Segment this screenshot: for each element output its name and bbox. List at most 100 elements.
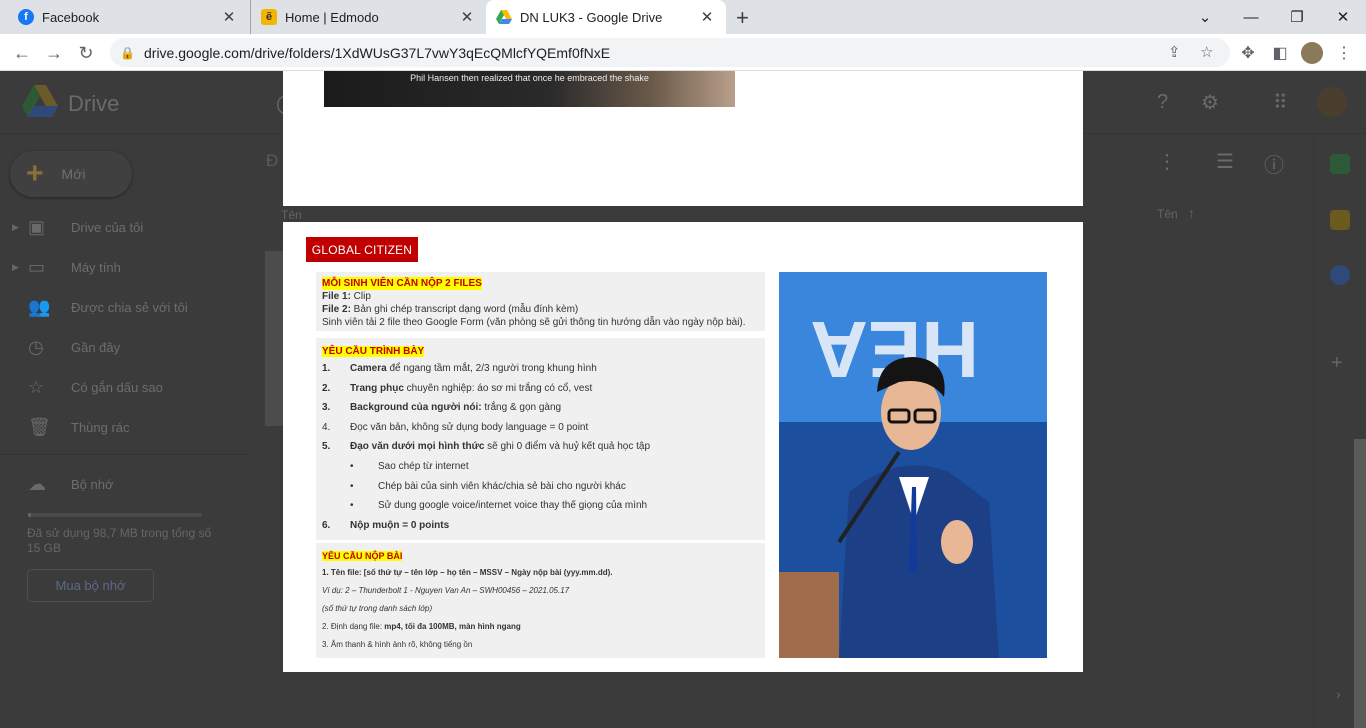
caret-right-icon[interactable]: ▶ (12, 222, 19, 233)
sidebar-label: Máy tính (71, 259, 121, 275)
caret-right-icon[interactable]: ▶ (12, 262, 19, 273)
forward-icon[interactable]: → (42, 41, 66, 65)
tab-title: Facebook (42, 9, 100, 25)
file2-text: Bản ghi chép transcript dạng word (mẫu đ… (350, 304, 579, 315)
cloud-icon: ☁ (28, 473, 46, 494)
requirement-subitem: • Sử dung google voice/internet voice tha… (350, 500, 648, 512)
info-icon[interactable]: ⓘ (1264, 149, 1284, 178)
account-avatar[interactable] (1317, 87, 1347, 117)
address-bar[interactable]: 🔒 drive.google.com/drive/folders/1XdWUsG… (110, 38, 1230, 67)
new-tab-button[interactable]: + (736, 5, 749, 31)
column-header-name-sort[interactable]: Tên (1157, 207, 1178, 221)
files-heading: MỖI SINH VIÊN CẦN NỘP 2 FILES (322, 277, 482, 290)
restore-icon[interactable]: ❐ (1274, 0, 1320, 34)
video-screenshot-image: Phil Hansen then realized that once he e… (324, 71, 735, 107)
requirements-heading: YÊU CẦU TRÌNH BÀY (322, 346, 425, 357)
speaker-photo: HEA (779, 272, 1047, 658)
list-view-icon[interactable]: ☰ (1216, 149, 1234, 174)
sidebar-item-computers[interactable]: ▶ ▭ Máy tính (0, 247, 250, 287)
submission-heading: YÊU CẦU NỘP BÀI (322, 551, 403, 561)
submission-note: (số thứ tự trong danh sách lớp) (322, 604, 433, 613)
tab-strip: f Facebook ✕ ẽ Home | Edmodo ✕ DN LUK3 -… (0, 0, 1366, 34)
shared-icon: 👥 (28, 296, 51, 317)
sidebar-item-shared[interactable]: 👥 Được chia sẻ với tôi (0, 287, 250, 327)
drive-title: Drive (68, 91, 120, 116)
tab-title: Home | Edmodo (285, 9, 379, 25)
close-icon[interactable]: ✕ (698, 8, 716, 26)
sidebar-divider (0, 454, 250, 455)
sidebar-label: Được chia sẻ với tôi (71, 299, 188, 315)
reload-icon[interactable]: ↻ (74, 41, 98, 65)
settings-gear-icon[interactable]: ⚙ (1201, 90, 1219, 115)
requirement-item: 3. Background của người nói: trắng & gọn … (322, 402, 562, 414)
keep-icon[interactable] (1330, 210, 1350, 230)
profile-avatar[interactable] (1301, 42, 1323, 64)
submission-line: 3. Âm thanh & hình ảnh rõ, không tiếng ồ… (322, 640, 473, 649)
document-page: GLOBAL CITIZEN MỖI SINH VIÊN CẦN NỘP 2 F… (283, 222, 1083, 672)
sidebar-item-starred[interactable]: ☆ Có gắn dấu sao (0, 367, 250, 407)
share-icon[interactable]: ⇪ (1168, 43, 1181, 61)
minimize-icon[interactable]: — (1228, 0, 1274, 34)
chevron-right-icon[interactable]: › (1336, 686, 1341, 702)
storage-progress-fill (28, 513, 32, 517)
computer-icon: ▭ (28, 256, 46, 277)
edmodo-icon: ẽ (261, 9, 277, 25)
sidebar-label: Bộ nhớ (71, 476, 114, 492)
bookmark-star-icon[interactable]: ☆ (1200, 43, 1213, 61)
requirement-item: 6. Nộp muộn = 0 points (322, 519, 450, 531)
window-close-icon[interactable]: ✕ (1320, 0, 1366, 34)
close-icon[interactable]: ✕ (458, 8, 476, 26)
more-vert-icon[interactable]: ⋮ (1157, 149, 1177, 174)
file1-label: File 1: (322, 291, 351, 302)
tab-edmodo[interactable]: ẽ Home | Edmodo ✕ (250, 0, 486, 34)
document-page-previous: Phil Hansen then realized that once he e… (283, 71, 1083, 206)
back-icon[interactable]: ← (10, 41, 34, 65)
sidebar-item-recent[interactable]: ◷ Gần đây (0, 327, 250, 367)
menu-icon[interactable]: ⋮ (1333, 42, 1355, 64)
help-icon[interactable]: ? (1157, 91, 1168, 114)
calendar-icon[interactable] (1330, 154, 1350, 174)
add-addon-icon[interactable]: + (1331, 352, 1343, 375)
url-text[interactable]: drive.google.com/drive/folders/1XdWUsG37… (144, 45, 610, 61)
sort-arrow-icon[interactable]: ↑ (1188, 205, 1195, 221)
files-requirement-box: MỖI SINH VIÊN CẦN NỘP 2 FILES File 1: Cl… (316, 272, 765, 331)
extensions-icon[interactable]: ✥ (1237, 42, 1259, 64)
tab-search-icon[interactable]: ⌄ (1182, 0, 1228, 34)
files-note: Sinh viên tải 2 file theo Google Form (v… (322, 317, 746, 328)
column-header-name[interactable]: Tên (281, 208, 302, 222)
breadcrumb[interactable]: Đ (266, 151, 278, 171)
submission-line: 1. Tên file: [số thứ tự – tên lớp – họ t… (322, 568, 613, 577)
sidebar-label: Gần đây (71, 339, 121, 355)
sidebar-label: Drive của tôi (71, 219, 144, 235)
close-icon[interactable]: ✕ (220, 8, 238, 26)
tab-google-drive[interactable]: DN LUK3 - Google Drive ✕ (486, 0, 726, 34)
drive-logo-icon (22, 85, 58, 117)
file2-label: File 2: (322, 304, 351, 315)
scrollbar-thumb[interactable] (1354, 439, 1366, 728)
storage-usage-text: Đã sử dụng 98,7 MB trong tổng số 15 GB (27, 526, 212, 555)
sidebar-item-storage[interactable]: ☁ Bộ nhớ (0, 464, 250, 504)
sidebar-label: Có gắn dấu sao (71, 379, 163, 395)
storage-progress-bar (28, 513, 202, 517)
apps-grid-icon[interactable]: ⠿ (1273, 90, 1288, 115)
side-panel-icon[interactable]: ◧ (1269, 42, 1291, 64)
sidebar-label: Thùng rác (71, 419, 130, 435)
tab-facebook[interactable]: f Facebook ✕ (8, 0, 248, 34)
tasks-icon[interactable] (1330, 265, 1350, 285)
requirement-item: 1. Camera để ngang tầm mắt, 2/3 người tro… (322, 363, 597, 374)
lock-icon[interactable]: 🔒 (120, 46, 136, 60)
clock-icon: ◷ (28, 336, 44, 357)
google-drive-icon (496, 9, 512, 25)
submission-example: Ví dụ: 2 – Thunderbolt 1 - Nguyen Van An… (322, 586, 570, 595)
global-citizen-badge: GLOBAL CITIZEN (306, 237, 418, 262)
sidebar-item-trash[interactable]: 🗑 Thùng rác (0, 407, 250, 447)
sidebar-item-my-drive[interactable]: ▶ ▣ Drive của tôi (0, 207, 250, 247)
buy-storage-button[interactable]: Mua bộ nhớ (27, 569, 154, 602)
submission-line: 2. Định dạng file: mp4, tối đa 100MB, mà… (322, 622, 521, 631)
file-thumbnail[interactable] (265, 251, 285, 426)
new-button[interactable]: + Mới (10, 151, 132, 197)
trash-icon: 🗑 (28, 416, 51, 437)
requirement-item: 4. Đọc văn bản, không sử dụng body langua… (322, 421, 589, 433)
submission-requirements-box: YÊU CẦU NỘP BÀI 1. Tên file: [số thứ tự … (316, 543, 765, 658)
my-drive-icon: ▣ (28, 216, 46, 237)
